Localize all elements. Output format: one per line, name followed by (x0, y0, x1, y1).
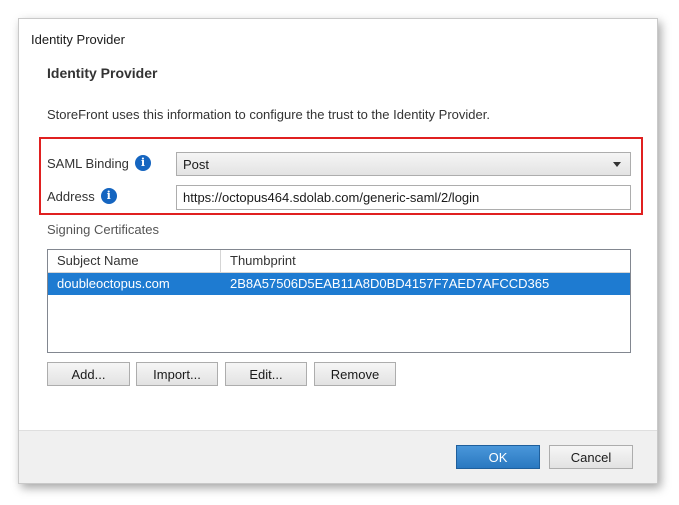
address-input[interactable] (176, 185, 631, 210)
identity-provider-dialog: Identity Provider Identity Provider Stor… (18, 18, 658, 484)
signing-certificates-label: Signing Certificates (47, 222, 159, 237)
dialog-footer: OK Cancel (19, 430, 657, 483)
address-label-text: Address (47, 188, 95, 204)
edit-button[interactable]: Edit... (225, 362, 307, 386)
import-button[interactable]: Import... (136, 362, 218, 386)
remove-button[interactable]: Remove (314, 362, 396, 386)
section-title: Identity Provider (47, 65, 158, 81)
cell-subject: doubleoctopus.com (57, 276, 170, 291)
saml-binding-label: SAML Binding i (47, 155, 151, 171)
list-header: Subject Name Thumbprint (48, 250, 630, 273)
list-row-selected[interactable]: doubleoctopus.com 2B8A57506D5EAB11A8D0BD… (48, 273, 630, 295)
chevron-down-icon (613, 162, 621, 167)
column-header-thumbprint[interactable]: Thumbprint (221, 250, 630, 272)
add-button[interactable]: Add... (47, 362, 130, 386)
ok-button[interactable]: OK (456, 445, 540, 469)
cell-thumbprint: 2B8A57506D5EAB11A8D0BD4157F7AED7AFCCD365 (230, 276, 550, 291)
saml-binding-label-text: SAML Binding (47, 155, 129, 171)
saml-binding-value: Post (183, 157, 210, 172)
info-icon[interactable]: i (100, 188, 117, 204)
address-label: Address i (47, 188, 117, 204)
section-description: StoreFront uses this information to conf… (47, 107, 490, 122)
cancel-button[interactable]: Cancel (549, 445, 633, 469)
certificates-list[interactable]: Subject Name Thumbprint doubleoctopus.co… (47, 249, 631, 353)
info-icon[interactable]: i (134, 155, 151, 171)
dialog-title: Identity Provider (31, 32, 125, 47)
dialog-titlebar: Identity Provider (19, 19, 657, 57)
saml-binding-select[interactable]: Post (176, 152, 631, 176)
column-header-subject[interactable]: Subject Name (48, 250, 221, 272)
